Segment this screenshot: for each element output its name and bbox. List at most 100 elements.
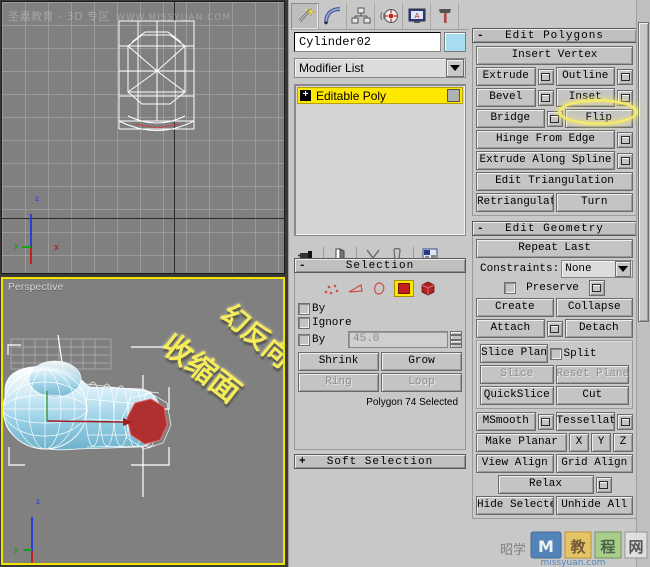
angle-spinner[interactable] (450, 331, 462, 348)
view-align-button[interactable]: View Align (476, 454, 554, 473)
constraints-dropdown[interactable]: None (561, 260, 633, 278)
bridge-button[interactable]: Bridge (476, 109, 545, 128)
hammer-icon (438, 8, 451, 23)
angle-value-field[interactable]: 45.0 (348, 331, 448, 348)
msmooth-button[interactable]: MSmooth (476, 412, 536, 431)
relax-button[interactable]: Relax (497, 475, 594, 494)
flip-button[interactable]: Flip (564, 109, 633, 128)
bevel-settings-button[interactable] (537, 89, 554, 106)
by-vertex-checkbox[interactable] (298, 303, 310, 315)
viewport-perspective[interactable]: Perspective 收缩面 幻反向 z y (1, 277, 285, 565)
modifier-list-dropdown[interactable]: Modifier List (294, 58, 466, 78)
chevron-down-icon[interactable] (615, 261, 631, 277)
by-vertex-label: By (312, 303, 326, 315)
stack-item-editable-poly[interactable]: + Editable Poly (297, 87, 463, 104)
subobject-element-button[interactable] (418, 280, 438, 297)
edit-geometry-header[interactable]: - Edit Geometry (472, 221, 637, 236)
object-name-field[interactable]: Cylinder02 (294, 32, 441, 52)
command-panel-scrollbar[interactable] (636, 0, 650, 567)
cut-button[interactable]: Cut (555, 386, 629, 405)
object-color-swatch[interactable] (444, 32, 466, 52)
selection-rollout: - Selection By Ignore By 45.0 Shrink Gro… (289, 258, 471, 469)
selection-checkbox-row-1: By (298, 303, 462, 315)
subobject-border-button[interactable] (370, 280, 390, 297)
inset-button[interactable]: Inset (555, 88, 615, 107)
edit-polygons-header[interactable]: - Edit Polygons (472, 28, 637, 43)
spinner-down-icon[interactable] (450, 339, 462, 348)
shrink-button[interactable]: Shrink (298, 352, 379, 371)
hinge-from-edge-button[interactable]: Hinge From Edge (476, 130, 615, 149)
slice-group: Slice Plane Split Slice Reset Plane Quic… (476, 340, 633, 409)
tab-create[interactable] (291, 2, 319, 29)
grid-align-button[interactable]: Grid Align (555, 454, 633, 473)
tab-display[interactable]: A (403, 2, 431, 29)
make-planar-z-button[interactable]: Z (613, 433, 633, 452)
preserve-uvs-checkbox[interactable] (504, 282, 517, 294)
quickslice-button[interactable]: QuickSlice (480, 386, 554, 405)
create-button[interactable]: Create (476, 298, 554, 317)
repeat-last-row: Repeat Last (476, 239, 633, 258)
modifier-stack[interactable]: + Editable Poly (294, 84, 466, 236)
tessellate-button[interactable]: Tessellate (555, 412, 615, 431)
insert-vertex-button[interactable]: Insert Vertex (476, 46, 633, 65)
by-angle-checkbox[interactable] (298, 333, 310, 346)
polygon-icon (398, 283, 410, 294)
loop-button[interactable]: Loop (381, 373, 462, 392)
attach-button[interactable]: Attach (476, 319, 545, 338)
settings-box-icon (541, 72, 550, 81)
extrude-along-spline-button[interactable]: Extrude Along Spline (476, 151, 615, 170)
inset-settings-button[interactable] (617, 89, 633, 106)
make-planar-x-button[interactable]: X (569, 433, 589, 452)
extrude-button[interactable]: Extrude (476, 67, 536, 86)
expand-icon[interactable]: + (300, 90, 311, 101)
edit-triangulation-button[interactable]: Edit Triangulation (476, 172, 633, 191)
turn-button[interactable]: Turn (555, 193, 633, 212)
relax-settings-button[interactable] (595, 476, 612, 493)
tab-hierarchy[interactable] (347, 2, 375, 29)
grow-button[interactable]: Grow (381, 352, 462, 371)
reset-plane-button[interactable]: Reset Plane (555, 365, 629, 384)
app-root: 圣嘉教育 - 3D 专区 WWW.MISSYUAN.COM z y x Pers… (0, 0, 650, 567)
viewport-front[interactable]: 圣嘉教育 - 3D 专区 WWW.MISSYUAN.COM z y x (1, 1, 285, 274)
wheel-icon (379, 8, 398, 23)
subobject-edge-button[interactable] (346, 280, 366, 297)
slice-button[interactable]: Slice (480, 365, 554, 384)
create-collapse-row: Create Collapse (476, 298, 633, 317)
make-planar-y-button[interactable]: Y (591, 433, 611, 452)
ring-button[interactable]: Ring (298, 373, 379, 392)
preserve-uvs-settings-button[interactable] (588, 280, 605, 296)
unhide-all-button[interactable]: Unhide All (555, 496, 633, 515)
hinge-from-edge-settings-button[interactable] (617, 131, 633, 148)
msmooth-settings-button[interactable] (537, 413, 554, 430)
ignore-backfacing-checkbox[interactable] (298, 317, 310, 329)
retriangulate-button[interactable]: Retriangulate (476, 193, 554, 212)
collapse-button[interactable]: Collapse (555, 298, 633, 317)
chevron-down-icon[interactable] (446, 59, 464, 77)
soft-selection-rollout-header[interactable]: + Soft Selection (294, 454, 466, 469)
detach-button[interactable]: Detach (564, 319, 633, 338)
tab-utilities[interactable] (431, 2, 459, 29)
slice-plane-button[interactable]: Slice Plane (480, 344, 548, 363)
bevel-button[interactable]: Bevel (476, 88, 536, 107)
bridge-settings-button[interactable] (546, 110, 563, 127)
attach-settings-button[interactable] (546, 320, 563, 337)
make-planar-button[interactable]: Make Planar (476, 433, 567, 452)
subobject-vertex-button[interactable] (322, 280, 342, 297)
outline-button[interactable]: Outline (555, 67, 615, 86)
hide-selected-button[interactable]: Hide Selected (476, 496, 554, 515)
outline-settings-button[interactable] (617, 68, 633, 85)
repeat-last-button[interactable]: Repeat Last (476, 239, 633, 258)
spinner-up-icon[interactable] (450, 331, 462, 340)
tab-motion[interactable] (375, 2, 403, 29)
tab-modify[interactable] (319, 2, 347, 29)
tessellate-settings-button[interactable] (617, 413, 633, 430)
command-panel: A Cylinder02 Modifier List + Editable Po… (288, 0, 650, 567)
subobject-polygon-button[interactable] (394, 280, 414, 297)
stack-toggle-icon[interactable] (447, 89, 460, 102)
extrude-along-spline-settings-button[interactable] (617, 152, 633, 169)
ring-loop-row: Ring Loop (298, 373, 462, 392)
selection-rollout-header[interactable]: - Selection (294, 258, 466, 273)
split-checkbox[interactable] (549, 347, 562, 360)
scrollbar-thumb[interactable] (638, 22, 649, 322)
extrude-settings-button[interactable] (537, 68, 554, 85)
